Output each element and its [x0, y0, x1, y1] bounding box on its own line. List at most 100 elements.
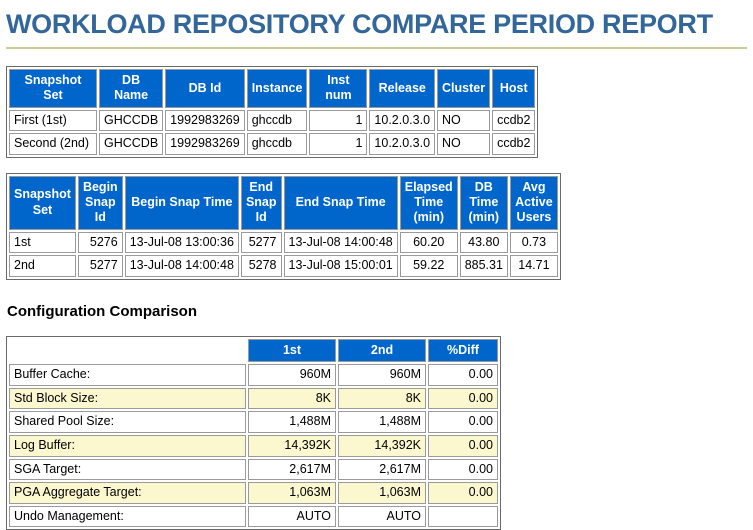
value-cell: 0.00 — [428, 364, 498, 386]
table-cell: 1st — [9, 231, 76, 254]
column-header: Snapshot Set — [9, 69, 97, 108]
column-header: Cluster — [437, 69, 491, 108]
table-cell: 2nd — [9, 255, 76, 277]
table-cell: 5278 — [240, 255, 282, 277]
table-cell: NO — [437, 133, 491, 155]
table-row: Shared Pool Size: 1,488M 1,488M 0.00 — [9, 411, 498, 433]
table-cell: 10.2.0.3.0 — [369, 109, 436, 132]
header-row: Snapshot Set Begin Snap Id Begin Snap Ti… — [9, 175, 558, 230]
column-header: Inst num — [309, 69, 368, 108]
value-cell: 1,488M — [338, 411, 426, 433]
value-cell — [428, 505, 498, 528]
table-cell: 885.31 — [459, 255, 508, 277]
blank-header-cell — [9, 339, 246, 362]
value-cell: 14,392K — [338, 434, 426, 457]
table-cell: Second (2nd) — [9, 133, 97, 155]
value-cell: 2,617M — [338, 458, 426, 481]
table-cell: 13-Jul-08 14:00:48 — [124, 255, 239, 277]
config-comparison-table: 1st 2nd %Diff Buffer Cache: 960M 960M 0.… — [6, 335, 501, 530]
table-cell: 1992983269 — [165, 133, 245, 155]
table-cell: First (1st) — [9, 109, 97, 132]
column-header: Elapsed Time (min) — [399, 175, 458, 230]
column-header: %Diff — [428, 338, 498, 362]
table-cell: ghccdb — [246, 133, 308, 155]
column-header: Begin Snap Time — [124, 175, 239, 230]
table-row: Buffer Cache: 960M 960M 0.00 — [9, 364, 498, 386]
table-cell: 59.22 — [399, 255, 458, 277]
column-header: DB Time (min) — [459, 175, 508, 230]
column-header: Snapshot Set — [9, 175, 76, 230]
table-cell: NO — [437, 109, 491, 132]
table-cell: ccdb2 — [492, 109, 536, 132]
table-cell: 1 — [309, 109, 368, 132]
snapshot-sets-table: Snapshot Set DB Name DB Id Instance Inst… — [6, 66, 539, 158]
column-header: Avg Active Users — [509, 175, 558, 230]
table-cell: 1992983269 — [165, 109, 245, 132]
table-cell: 5277 — [77, 255, 123, 277]
header-row: 1st 2nd %Diff — [9, 338, 498, 362]
table-row: PGA Aggregate Target: 1,063M 1,063M 0.00 — [9, 482, 498, 504]
table-row: Std Block Size: 8K 8K 0.00 — [9, 387, 498, 410]
value-cell: 0.00 — [428, 458, 498, 481]
column-header: End Snap Time — [283, 175, 398, 230]
value-cell: 0.00 — [428, 387, 498, 410]
row-label: SGA Target: — [9, 458, 246, 481]
value-cell: 1,063M — [338, 482, 426, 504]
table-row: Log Buffer: 14,392K 14,392K 0.00 — [9, 434, 498, 457]
table-cell: GHCCDB — [99, 133, 164, 155]
table-cell: 0.73 — [509, 231, 558, 254]
table-cell: 1 — [309, 133, 368, 155]
table-row: 1st 5276 13-Jul-08 13:00:36 5277 13-Jul-… — [9, 231, 558, 254]
table-cell: ghccdb — [246, 109, 308, 132]
table-cell: 13-Jul-08 15:00:01 — [283, 255, 398, 277]
value-cell: 8K — [338, 387, 426, 410]
value-cell: 8K — [248, 387, 336, 410]
row-label: Log Buffer: — [9, 434, 246, 457]
table-cell: 43.80 — [459, 231, 508, 254]
column-header: 1st — [248, 338, 336, 362]
snapshot-times-table: Snapshot Set Begin Snap Id Begin Snap Ti… — [6, 172, 561, 280]
value-cell: 2,617M — [248, 458, 336, 481]
row-label: Buffer Cache: — [9, 364, 246, 386]
header-row: Snapshot Set DB Name DB Id Instance Inst… — [9, 69, 536, 108]
table-row: Undo Management: AUTO AUTO — [9, 505, 498, 528]
value-cell: 0.00 — [428, 411, 498, 433]
table-cell: 13-Jul-08 14:00:48 — [283, 231, 398, 254]
value-cell: 14,392K — [248, 434, 336, 457]
page-title: WORKLOAD REPOSITORY COMPARE PERIOD REPOR… — [6, 9, 713, 39]
column-header: End Snap Id — [240, 175, 282, 230]
table-cell: ccdb2 — [492, 133, 536, 155]
row-label: Undo Management: — [9, 505, 246, 528]
table-cell: 14.71 — [509, 255, 558, 277]
value-cell: AUTO — [248, 505, 336, 528]
value-cell: 960M — [248, 364, 336, 386]
row-label: Shared Pool Size: — [9, 411, 246, 433]
value-cell: 960M — [338, 364, 426, 386]
row-label: Std Block Size: — [9, 387, 246, 410]
value-cell: 0.00 — [428, 434, 498, 457]
table-row: Second (2nd) GHCCDB 1992983269 ghccdb 1 … — [9, 133, 536, 155]
value-cell: 1,488M — [248, 411, 336, 433]
table-row: First (1st) GHCCDB 1992983269 ghccdb 1 1… — [9, 109, 536, 132]
table-cell: 5276 — [77, 231, 123, 254]
table-cell: GHCCDB — [99, 109, 164, 132]
table-row: SGA Target: 2,617M 2,617M 0.00 — [9, 458, 498, 481]
config-comparison-heading: Configuration Comparison — [7, 302, 197, 320]
table-row: 2nd 5277 13-Jul-08 14:00:48 5278 13-Jul-… — [9, 255, 558, 277]
table-cell: 60.20 — [399, 231, 458, 254]
column-header: Host — [492, 69, 536, 108]
table-cell: 10.2.0.3.0 — [369, 133, 436, 155]
column-header: Begin Snap Id — [77, 175, 123, 230]
column-header: Instance — [246, 69, 308, 108]
column-header: DB Name — [99, 69, 164, 108]
column-header: DB Id — [165, 69, 245, 108]
value-cell: AUTO — [338, 505, 426, 528]
column-header: 2nd — [338, 338, 426, 362]
table-cell: 13-Jul-08 13:00:36 — [124, 231, 239, 254]
value-cell: 0.00 — [428, 482, 498, 504]
row-label: PGA Aggregate Target: — [9, 482, 246, 504]
value-cell: 1,063M — [248, 482, 336, 504]
column-header: Release — [369, 69, 436, 108]
title-rule — [6, 47, 747, 49]
table-cell: 5277 — [240, 231, 282, 254]
